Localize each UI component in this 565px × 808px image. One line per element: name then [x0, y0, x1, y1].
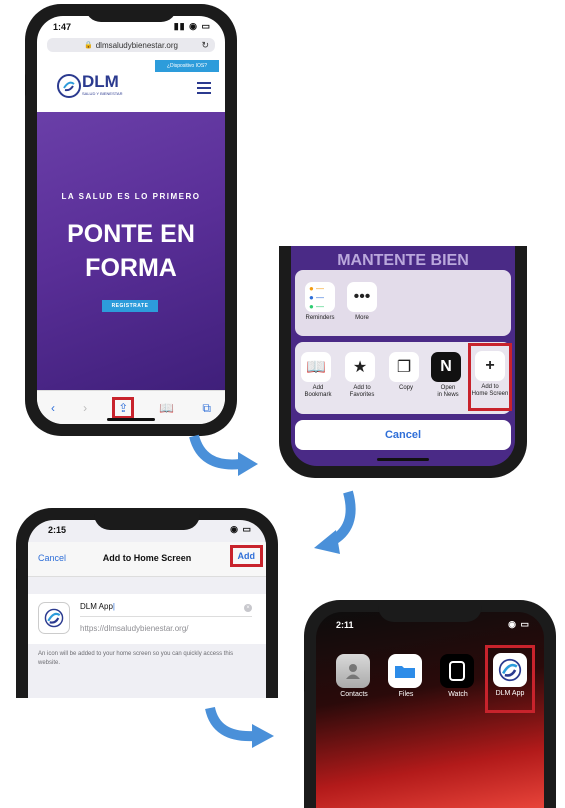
more-label: More — [355, 315, 369, 321]
book-icon: 📖 — [301, 352, 331, 382]
copy-icon: ❐ — [389, 352, 419, 382]
arrow-icon — [189, 434, 258, 476]
plus-square-icon: + — [475, 351, 505, 381]
add-to-home-screen-action[interactable]: + Add to Home Screen — [468, 343, 512, 411]
watch-label: Watch — [448, 691, 468, 698]
add-button[interactable]: Add — [229, 545, 263, 567]
more-icon: ••• — [347, 282, 377, 312]
action-label: Bookmark — [304, 392, 332, 398]
phone-step-2: MANTENTE BIEN ● — ● — ● — Reminders ••• Mo… — [279, 246, 527, 478]
app-url: https://dlmsaludybienestar.org/ — [80, 624, 189, 633]
folder-icon — [388, 654, 422, 688]
phone-step-4: 2:11 ◉ ▭ Contacts Files Watch DLM App — [304, 600, 556, 808]
hero-tagline: LA SALUD ES LO PRIMERO — [61, 192, 201, 201]
page-title: Add to Home Screen — [102, 553, 192, 563]
contacts-app[interactable]: Contacts — [336, 654, 372, 698]
phone-step-3: 2:15 ◉ ▭ Cancel Add to Home Screen Add D… — [16, 508, 278, 698]
files-app[interactable]: Files — [388, 654, 424, 698]
dlm-logo-icon — [493, 653, 527, 687]
side-button — [16, 568, 17, 590]
share-sheet-screen: MANTENTE BIEN ● — ● — ● — Reminders ••• Mo… — [291, 246, 515, 466]
logo-text: DLM — [82, 72, 119, 91]
action-label: in News — [437, 392, 459, 398]
arrow-icon — [314, 490, 356, 554]
address-text: dlmsaludybienestar.org — [95, 40, 178, 50]
contacts-label: Contacts — [340, 691, 368, 698]
copy-action[interactable]: ❐ Copy — [389, 352, 423, 392]
dlm-app[interactable]: DLM App — [485, 645, 535, 713]
more-app[interactable]: ••• More — [347, 282, 377, 322]
share-apps-row: ● — ● — ● — Reminders ••• More — [295, 270, 511, 336]
contacts-icon — [336, 654, 370, 688]
dlm-app-label: DLM App — [495, 690, 525, 697]
home-indicator — [377, 458, 429, 461]
open-in-news-action[interactable]: N Open in News — [431, 352, 465, 399]
back-icon[interactable]: ‹ — [51, 401, 55, 415]
add-bookmark-action[interactable]: 📖 Add Bookmark — [301, 352, 335, 399]
reminders-app[interactable]: ● — ● — ● — Reminders — [305, 282, 335, 322]
nav-bar: Cancel Add to Home Screen Add — [28, 542, 266, 577]
notch — [85, 4, 177, 22]
app-entry-card: DLM App| × https://dlmsaludybienestar.or… — [28, 594, 266, 644]
dlm-logo-icon — [57, 74, 81, 98]
reminders-icon: ● — ● — ● — — [305, 282, 335, 312]
action-label: Open — [440, 385, 456, 391]
add-to-favorites-action[interactable]: ★ Add to Favorites — [345, 352, 379, 399]
reload-icon[interactable]: ↻ — [201, 40, 209, 51]
star-icon: ★ — [345, 352, 375, 382]
register-button[interactable]: REGISTRATE — [102, 300, 158, 312]
action-label: Add to — [353, 385, 371, 391]
bookmarks-icon[interactable]: 📖 — [159, 401, 174, 415]
files-label: Files — [398, 691, 414, 698]
reminders-label: Reminders — [305, 315, 335, 321]
watch-icon — [440, 654, 474, 688]
status-icons: ◉ ▭ — [230, 524, 252, 534]
status-time: 2:11 — [336, 620, 354, 630]
status-icons: ◉ ▭ — [508, 619, 530, 629]
status-icons: ▮▮ ◉ ▭ — [173, 21, 211, 31]
hero-banner: LA SALUD ES LO PRIMERO PONTE EN FORMA RE… — [37, 112, 225, 390]
action-label: Add to — [481, 384, 499, 390]
hamburger-menu-icon[interactable] — [197, 82, 211, 94]
address-bar[interactable]: 🔒 dlmsaludybienestar.org ↻ — [47, 38, 215, 52]
notch — [378, 600, 482, 622]
lock-icon: 🔒 — [84, 42, 93, 49]
share-icon[interactable]: ⇪ — [112, 397, 135, 419]
forward-icon[interactable]: › — [83, 401, 87, 415]
app-name-value: DLM App — [80, 602, 113, 611]
side-button — [304, 670, 305, 692]
logo-subtitle: SALUD Y BIENESTAR — [82, 91, 123, 96]
side-button — [25, 74, 26, 96]
home-indicator — [107, 418, 155, 421]
home-screen: 2:11 ◉ ▭ Contacts Files Watch DLM App — [316, 612, 544, 808]
share-actions-row: 📖 Add Bookmark ★ Add to Favorites ❐ Copy N… — [295, 342, 512, 414]
status-time: 2:15 — [48, 525, 67, 535]
background-text: MANTENTE BIEN — [337, 252, 469, 269]
news-icon: N — [431, 352, 461, 382]
arrow-icon — [205, 706, 274, 748]
action-label: Favorites — [349, 392, 375, 398]
ios-device-button[interactable]: ¿Dispositivo IOS? — [155, 60, 219, 72]
notch — [94, 508, 200, 530]
site-header: ¿Dispositivo IOS? DLM SALUD Y BIENESTAR — [37, 56, 225, 112]
add-home-screen: 2:15 ◉ ▭ Cancel Add to Home Screen Add D… — [28, 520, 266, 698]
cancel-button[interactable]: Cancel — [295, 420, 511, 450]
info-text: An icon will be added to your home scree… — [38, 651, 234, 666]
hero-headline-line-2: FORMA — [85, 254, 177, 282]
action-label: Home Screen — [471, 391, 509, 397]
browser-screen: 1:47 ▮▮ ◉ ▭ 🔒 dlmsaludybienestar.org ↻ ¿… — [37, 16, 225, 424]
phone-step-1: 1:47 ▮▮ ◉ ▭ 🔒 dlmsaludybienestar.org ↻ ¿… — [25, 4, 237, 436]
action-label: Copy — [398, 385, 413, 391]
clear-text-icon[interactable]: × — [244, 604, 252, 612]
watch-app[interactable]: Watch — [440, 654, 476, 698]
action-label: Add — [312, 385, 324, 391]
tabs-icon[interactable]: ⧉ — [202, 401, 211, 416]
status-time: 1:47 — [53, 22, 72, 32]
dlm-logo-icon — [38, 602, 70, 634]
hero-headline-line-1: PONTE EN — [67, 220, 195, 248]
app-name-field[interactable]: DLM App| — [80, 602, 252, 617]
